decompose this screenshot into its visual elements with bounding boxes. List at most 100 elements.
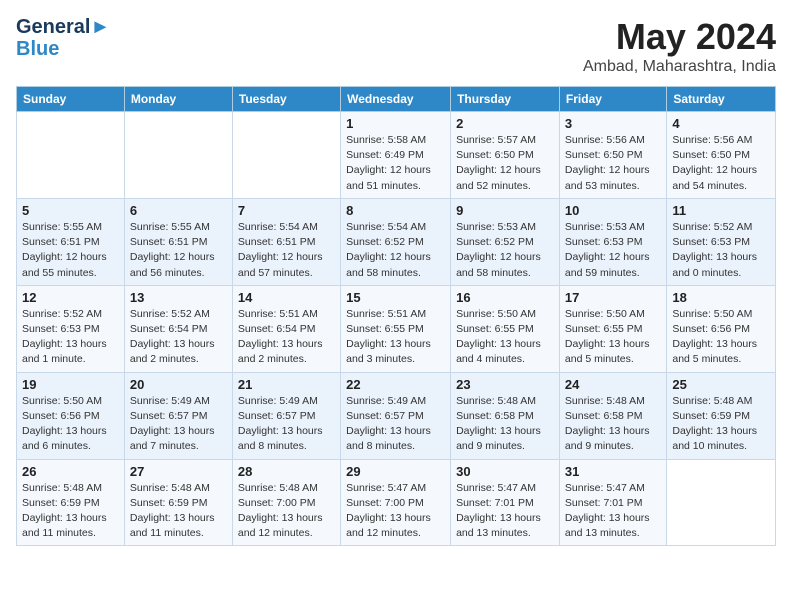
day-number: 24 <box>565 377 661 392</box>
calendar-cell: 14 Sunrise: 5:51 AMSunset: 6:54 PMDayligh… <box>232 285 340 372</box>
day-number: 6 <box>130 203 227 218</box>
month-title: May 2024 <box>583 16 776 58</box>
calendar-cell: 12 Sunrise: 5:52 AMSunset: 6:53 PMDayligh… <box>17 285 125 372</box>
weekday-header: Sunday <box>17 87 125 112</box>
day-info: Sunrise: 5:58 AMSunset: 6:49 PMDaylight:… <box>346 133 445 194</box>
calendar-week-row: 5 Sunrise: 5:55 AMSunset: 6:51 PMDaylight… <box>17 198 776 285</box>
day-number: 1 <box>346 116 445 131</box>
calendar-cell: 11 Sunrise: 5:52 AMSunset: 6:53 PMDayligh… <box>667 198 776 285</box>
day-info: Sunrise: 5:52 AMSunset: 6:54 PMDaylight:… <box>130 307 227 368</box>
calendar-cell: 22 Sunrise: 5:49 AMSunset: 6:57 PMDayligh… <box>341 372 451 459</box>
day-number: 11 <box>672 203 770 218</box>
calendar-cell: 6 Sunrise: 5:55 AMSunset: 6:51 PMDaylight… <box>124 198 232 285</box>
calendar-cell: 16 Sunrise: 5:50 AMSunset: 6:55 PMDayligh… <box>451 285 560 372</box>
day-info: Sunrise: 5:47 AMSunset: 7:00 PMDaylight:… <box>346 481 445 542</box>
day-number: 4 <box>672 116 770 131</box>
calendar-cell: 21 Sunrise: 5:49 AMSunset: 6:57 PMDayligh… <box>232 372 340 459</box>
day-info: Sunrise: 5:48 AMSunset: 6:59 PMDaylight:… <box>130 481 227 542</box>
calendar-week-row: 26 Sunrise: 5:48 AMSunset: 6:59 PMDayligh… <box>17 459 776 546</box>
day-number: 3 <box>565 116 661 131</box>
calendar-cell: 17 Sunrise: 5:50 AMSunset: 6:55 PMDayligh… <box>559 285 666 372</box>
day-number: 28 <box>238 464 335 479</box>
day-number: 16 <box>456 290 554 305</box>
weekday-header: Thursday <box>451 87 560 112</box>
day-info: Sunrise: 5:48 AMSunset: 7:00 PMDaylight:… <box>238 481 335 542</box>
calendar-table: SundayMondayTuesdayWednesdayThursdayFrid… <box>16 86 776 546</box>
calendar-cell: 29 Sunrise: 5:47 AMSunset: 7:00 PMDayligh… <box>341 459 451 546</box>
day-number: 17 <box>565 290 661 305</box>
day-number: 10 <box>565 203 661 218</box>
day-info: Sunrise: 5:48 AMSunset: 6:58 PMDaylight:… <box>565 394 661 455</box>
day-info: Sunrise: 5:53 AMSunset: 6:53 PMDaylight:… <box>565 220 661 281</box>
calendar-cell: 15Sunrise: 5:51 AMSunset: 6:55 PMDayligh… <box>341 285 451 372</box>
day-number: 30 <box>456 464 554 479</box>
day-info: Sunrise: 5:47 AMSunset: 7:01 PMDaylight:… <box>565 481 661 542</box>
day-number: 13 <box>130 290 227 305</box>
day-number: 7 <box>238 203 335 218</box>
day-info: Sunrise: 5:55 AMSunset: 6:51 PMDaylight:… <box>130 220 227 281</box>
day-info: Sunrise: 5:51 AMSunset: 6:54 PMDaylight:… <box>238 307 335 368</box>
calendar-cell: 4Sunrise: 5:56 AMSunset: 6:50 PMDaylight… <box>667 112 776 199</box>
day-number: 25 <box>672 377 770 392</box>
calendar-cell: 7Sunrise: 5:54 AMSunset: 6:51 PMDaylight… <box>232 198 340 285</box>
day-number: 12 <box>22 290 119 305</box>
day-info: Sunrise: 5:56 AMSunset: 6:50 PMDaylight:… <box>565 133 661 194</box>
location-title: Ambad, Maharashtra, India <box>583 58 776 76</box>
day-info: Sunrise: 5:52 AMSunset: 6:53 PMDaylight:… <box>672 220 770 281</box>
calendar-cell: 27 Sunrise: 5:48 AMSunset: 6:59 PMDayligh… <box>124 459 232 546</box>
day-info: Sunrise: 5:48 AMSunset: 6:59 PMDaylight:… <box>22 481 119 542</box>
day-info: Sunrise: 5:51 AMSunset: 6:55 PMDaylight:… <box>346 307 445 368</box>
day-info: Sunrise: 5:57 AMSunset: 6:50 PMDaylight:… <box>456 133 554 194</box>
calendar-cell: 2 Sunrise: 5:57 AMSunset: 6:50 PMDaylight… <box>451 112 560 199</box>
day-info: Sunrise: 5:49 AMSunset: 6:57 PMDaylight:… <box>346 394 445 455</box>
day-number: 18 <box>672 290 770 305</box>
calendar-cell: 31 Sunrise: 5:47 AMSunset: 7:01 PMDayligh… <box>559 459 666 546</box>
calendar-cell: 19 Sunrise: 5:50 AMSunset: 6:56 PMDayligh… <box>17 372 125 459</box>
day-info: Sunrise: 5:48 AMSunset: 6:59 PMDaylight:… <box>672 394 770 455</box>
day-number: 2 <box>456 116 554 131</box>
day-number: 31 <box>565 464 661 479</box>
day-number: 8 <box>346 203 445 218</box>
day-info: Sunrise: 5:47 AMSunset: 7:01 PMDaylight:… <box>456 481 554 542</box>
calendar-week-row: 12 Sunrise: 5:52 AMSunset: 6:53 PMDayligh… <box>17 285 776 372</box>
calendar-cell <box>232 112 340 199</box>
calendar-cell: 8Sunrise: 5:54 AMSunset: 6:52 PMDaylight… <box>341 198 451 285</box>
day-number: 22 <box>346 377 445 392</box>
calendar-cell: 23 Sunrise: 5:48 AMSunset: 6:58 PMDayligh… <box>451 372 560 459</box>
day-info: Sunrise: 5:52 AMSunset: 6:53 PMDaylight:… <box>22 307 119 368</box>
logo: General► Blue <box>16 16 110 60</box>
day-number: 14 <box>238 290 335 305</box>
day-info: Sunrise: 5:50 AMSunset: 6:55 PMDaylight:… <box>456 307 554 368</box>
calendar-cell: 18 Sunrise: 5:50 AMSunset: 6:56 PMDayligh… <box>667 285 776 372</box>
day-number: 26 <box>22 464 119 479</box>
day-number: 20 <box>130 377 227 392</box>
day-number: 19 <box>22 377 119 392</box>
day-info: Sunrise: 5:49 AMSunset: 6:57 PMDaylight:… <box>238 394 335 455</box>
calendar-cell: 26 Sunrise: 5:48 AMSunset: 6:59 PMDayligh… <box>17 459 125 546</box>
page-header: General► Blue May 2024 Ambad, Maharashtr… <box>16 16 776 76</box>
day-info: Sunrise: 5:48 AMSunset: 6:58 PMDaylight:… <box>456 394 554 455</box>
weekday-header: Saturday <box>667 87 776 112</box>
calendar-cell: 1 Sunrise: 5:58 AMSunset: 6:49 PMDaylight… <box>341 112 451 199</box>
weekday-header: Monday <box>124 87 232 112</box>
day-info: Sunrise: 5:50 AMSunset: 6:56 PMDaylight:… <box>672 307 770 368</box>
day-number: 21 <box>238 377 335 392</box>
calendar-cell: 20Sunrise: 5:49 AMSunset: 6:57 PMDayligh… <box>124 372 232 459</box>
calendar-week-row: 19 Sunrise: 5:50 AMSunset: 6:56 PMDayligh… <box>17 372 776 459</box>
title-block: May 2024 Ambad, Maharashtra, India <box>583 16 776 76</box>
day-info: Sunrise: 5:50 AMSunset: 6:56 PMDaylight:… <box>22 394 119 455</box>
day-number: 9 <box>456 203 554 218</box>
calendar-cell: 13 Sunrise: 5:52 AMSunset: 6:54 PMDayligh… <box>124 285 232 372</box>
day-number: 23 <box>456 377 554 392</box>
logo-blue: Blue <box>16 38 110 60</box>
calendar-cell: 30 Sunrise: 5:47 AMSunset: 7:01 PMDayligh… <box>451 459 560 546</box>
day-number: 5 <box>22 203 119 218</box>
calendar-cell: 9 Sunrise: 5:53 AMSunset: 6:52 PMDaylight… <box>451 198 560 285</box>
day-info: Sunrise: 5:53 AMSunset: 6:52 PMDaylight:… <box>456 220 554 281</box>
calendar-cell: 10 Sunrise: 5:53 AMSunset: 6:53 PMDayligh… <box>559 198 666 285</box>
calendar-cell: 28 Sunrise: 5:48 AMSunset: 7:00 PMDayligh… <box>232 459 340 546</box>
day-info: Sunrise: 5:50 AMSunset: 6:55 PMDaylight:… <box>565 307 661 368</box>
day-number: 27 <box>130 464 227 479</box>
day-number: 29 <box>346 464 445 479</box>
calendar-header-row: SundayMondayTuesdayWednesdayThursdayFrid… <box>17 87 776 112</box>
